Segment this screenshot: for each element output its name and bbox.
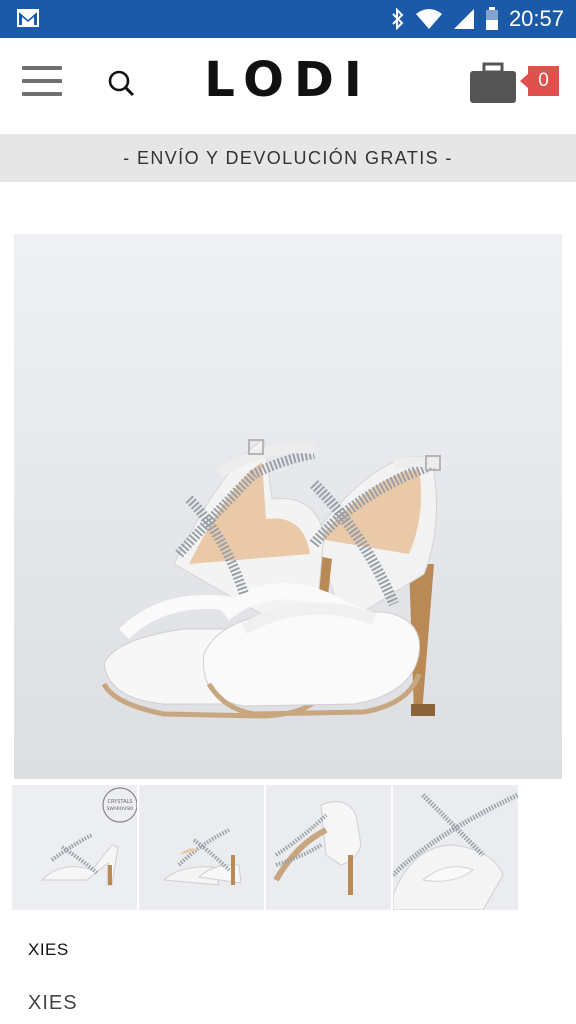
battery-icon	[485, 7, 498, 30]
sandal-back-view-image	[266, 785, 391, 910]
thumbnail-strip: CRYSTALS SWAROVSKI	[12, 785, 520, 910]
gmail-icon	[17, 9, 39, 27]
cart-count-badge: 0	[520, 66, 559, 96]
sandal-pair-front-view-image	[139, 785, 264, 910]
sandal-toe-detail-image	[393, 785, 518, 910]
signal-icon	[453, 9, 474, 29]
bluetooth-icon	[392, 8, 404, 30]
promo-banner: - ENVÍO Y DEVOLUCIÓN GRATIS -	[0, 134, 576, 182]
thumbnail-3[interactable]	[266, 785, 391, 910]
thumbnail-1[interactable]: CRYSTALS SWAROVSKI	[12, 785, 137, 910]
thumbnail-2[interactable]	[139, 785, 264, 910]
product-name: XIES	[28, 992, 78, 1014]
briefcase-cart-icon	[470, 62, 516, 103]
sandal-pair-image	[14, 234, 562, 779]
svg-text:CRYSTALS: CRYSTALS	[108, 799, 133, 805]
wifi-icon	[415, 9, 442, 29]
product-main-image[interactable]	[14, 234, 562, 779]
site-header: LODI 0	[0, 38, 576, 134]
status-icons: 20:57	[391, 0, 564, 38]
status-time: 20:57	[508, 6, 564, 31]
status-bar: 20:57	[0, 0, 576, 38]
svg-text:SWAROVSKI: SWAROVSKI	[107, 806, 134, 812]
thumbnail-4[interactable]	[393, 785, 518, 910]
product-line-label: XIES	[28, 940, 69, 959]
sandal-side-view-image: CRYSTALS SWAROVSKI	[12, 785, 137, 910]
cart-button[interactable]: 0	[469, 62, 561, 104]
